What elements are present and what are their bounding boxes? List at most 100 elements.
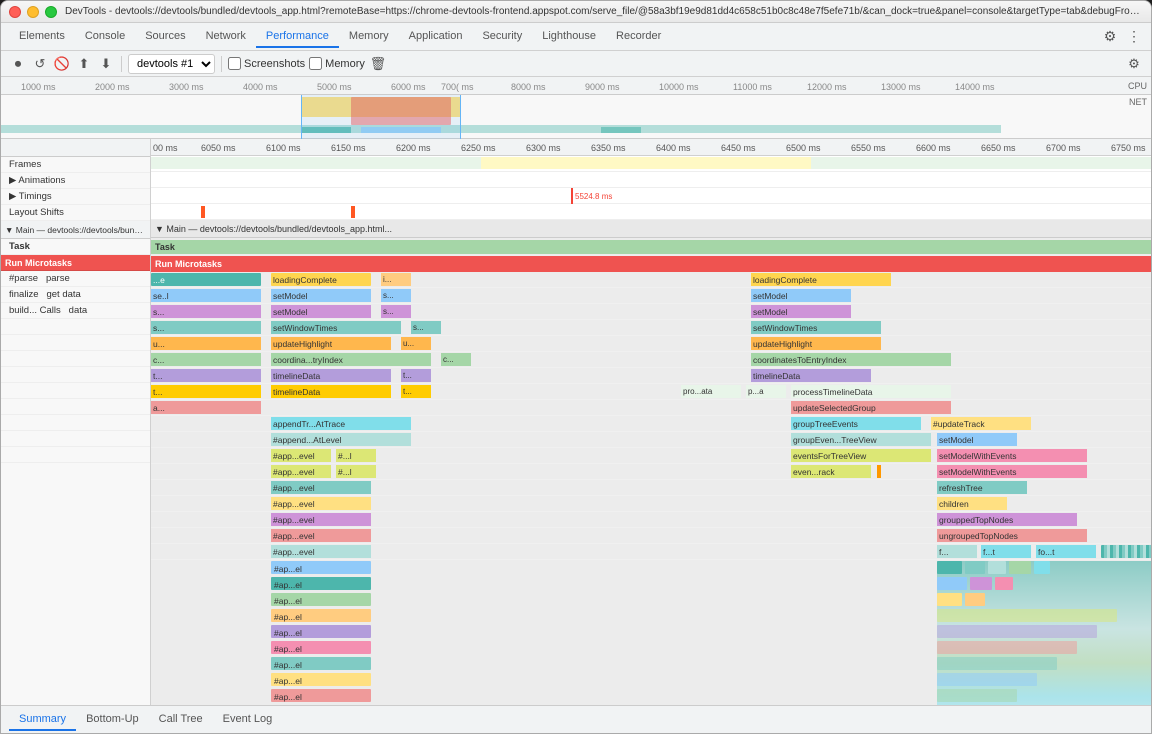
selected-range [301, 95, 461, 139]
children[interactable]: children [937, 497, 1007, 510]
set-model-2[interactable]: setModel [271, 289, 371, 302]
task-bar[interactable]: Task [151, 240, 1151, 254]
tab-network[interactable]: Network [196, 26, 256, 48]
events-for-tree-view[interactable]: eventsForTreeView [791, 449, 931, 462]
tab-sources[interactable]: Sources [135, 26, 195, 48]
ungrouped-top-nodes[interactable]: ungroupedTopNodes [937, 529, 1087, 542]
u-dot-2[interactable]: u... [401, 337, 431, 350]
set-model-with-events[interactable]: setModelWithEvents [937, 449, 1087, 462]
u-dot[interactable]: u... [151, 337, 261, 350]
timeline-data-3[interactable]: timelineData [271, 385, 391, 398]
update-track[interactable]: #updateTrack [931, 417, 1031, 430]
loading-i[interactable]: i... [381, 273, 411, 286]
t-dot[interactable]: t... [151, 369, 261, 382]
app-evel-7[interactable]: #app...evel [271, 545, 371, 558]
tab-console[interactable]: Console [75, 26, 135, 48]
s-dot-4[interactable]: s... [151, 321, 261, 334]
app-evel-3[interactable]: #app...evel [271, 481, 371, 494]
set-model-5[interactable]: setModel [751, 305, 851, 318]
set-model-11[interactable]: setModel [937, 433, 1017, 446]
detail-tick-6050: 6050 ms [201, 143, 236, 153]
app-evel-1[interactable]: #app...evel [271, 449, 331, 462]
refresh-tree[interactable]: refreshTree [937, 481, 1027, 494]
process-timeline-data[interactable]: processTimelineData [791, 385, 951, 398]
tab-bottom-up[interactable]: Bottom-Up [76, 709, 149, 731]
a-dot[interactable]: a... [151, 401, 261, 414]
loading-complete-1[interactable]: loadingComplete [271, 273, 371, 286]
settings-icon[interactable]: ⚙ [1101, 28, 1119, 46]
tab-summary[interactable]: Summary [9, 709, 76, 731]
f-dot-t[interactable]: f...t [981, 545, 1031, 558]
app-evel-5[interactable]: #app...evel [271, 513, 371, 526]
loading-complete-2[interactable]: loadingComplete [751, 273, 891, 286]
c-dot[interactable]: c... [151, 353, 261, 366]
group-even-tree-view[interactable]: groupEven...TreeView [791, 433, 931, 446]
update-selected-group[interactable]: updateSelectedGroup [791, 401, 951, 414]
group-tree-events[interactable]: groupTreeEvents [791, 417, 921, 430]
f-dot[interactable]: f... [937, 545, 977, 558]
animations-label[interactable]: ▶ Animations [1, 173, 150, 189]
app-evel-4[interactable]: #app...evel [271, 497, 371, 510]
set-model-3[interactable]: setModel [751, 289, 851, 302]
fo-dot-t[interactable]: fo...t [1036, 545, 1096, 558]
t-dot-2[interactable]: t... [401, 369, 431, 382]
trash-icon[interactable]: 🗑 [369, 55, 387, 73]
download-button[interactable]: ⬇ [97, 55, 115, 73]
clear-button[interactable]: 🚫 [53, 55, 71, 73]
groupped-top-nodes[interactable]: grouppedTopNodes [937, 513, 1077, 526]
target-select[interactable]: devtools #1 [128, 54, 215, 74]
tab-call-tree[interactable]: Call Tree [149, 709, 213, 731]
hash-l-2[interactable]: #...l [336, 465, 376, 478]
screenshots-checkbox[interactable] [228, 57, 241, 70]
settings-perf-icon[interactable]: ⚙ [1125, 55, 1143, 73]
pro-ata[interactable]: pro...ata [681, 385, 741, 398]
more-tools-icon[interactable]: ⋮ [1125, 28, 1143, 46]
coordinates-entry-2[interactable]: coordinatesToEntryIndex [751, 353, 951, 366]
coordina-entry[interactable]: coordina...tryIndex [271, 353, 431, 366]
t-dot-4[interactable]: t... [401, 385, 431, 398]
update-highlight[interactable]: updateHighlight [271, 337, 391, 350]
close-button[interactable] [9, 6, 21, 18]
timeline-data-2[interactable]: timelineData [751, 369, 871, 382]
flame-row-15: #app...evel children [151, 496, 1151, 512]
even-rack[interactable]: even...rack [791, 465, 871, 478]
tab-recorder[interactable]: Recorder [606, 26, 671, 48]
run-microtasks-bar[interactable]: Run Microtasks [151, 256, 1151, 272]
c-dot-2[interactable]: c... [441, 353, 471, 366]
set-window-times-2[interactable]: setWindowTimes [751, 321, 881, 334]
s-dot-2[interactable]: s... [151, 305, 261, 318]
timings-label[interactable]: ▶ Timings [1, 189, 150, 205]
s-dot[interactable]: s... [381, 289, 411, 302]
append-tr-at-trace[interactable]: appendTr...AtTrace [271, 417, 411, 430]
s-dot-5[interactable]: s... [411, 321, 441, 334]
app-evel-6[interactable]: #app...evel [271, 529, 371, 542]
update-highlight-2[interactable]: updateHighlight [751, 337, 881, 350]
tab-memory[interactable]: Memory [339, 26, 399, 48]
timeline-data[interactable]: timelineData [271, 369, 391, 382]
set-model-with-events-2[interactable]: setModelWithEvents [937, 465, 1087, 478]
upload-button[interactable]: ⬆ [75, 55, 93, 73]
set-window-times[interactable]: setWindowTimes [271, 321, 401, 334]
tab-event-log[interactable]: Event Log [213, 709, 283, 731]
t-dot-3[interactable]: t... [151, 385, 261, 398]
s-dot-3[interactable]: s... [381, 305, 411, 318]
tab-performance[interactable]: Performance [256, 26, 339, 48]
hash-l-1[interactable]: #...l [336, 449, 376, 462]
setmodel-4[interactable]: setModel [271, 305, 371, 318]
tab-lighthouse[interactable]: Lighthouse [532, 26, 606, 48]
p-a[interactable]: p...a [746, 385, 786, 398]
set-model-1[interactable]: se..l [151, 289, 261, 302]
parse-block[interactable]: ...e [151, 273, 261, 286]
reload-button[interactable]: ↺ [31, 55, 49, 73]
app-evel-2[interactable]: #app...evel [271, 465, 331, 478]
tab-application[interactable]: Application [399, 26, 473, 48]
flame-row-2: se..l setModel s... setModel [151, 288, 1151, 304]
maximize-button[interactable] [45, 6, 57, 18]
tab-elements[interactable]: Elements [9, 26, 75, 48]
tab-security[interactable]: Security [472, 26, 532, 48]
minimize-button[interactable] [27, 6, 39, 18]
record-button[interactable]: ⏺ [9, 55, 27, 73]
memory-checkbox[interactable] [309, 57, 322, 70]
cpu-label: CPU [1128, 81, 1147, 91]
append-at-level[interactable]: #append...AtLevel [271, 433, 411, 446]
